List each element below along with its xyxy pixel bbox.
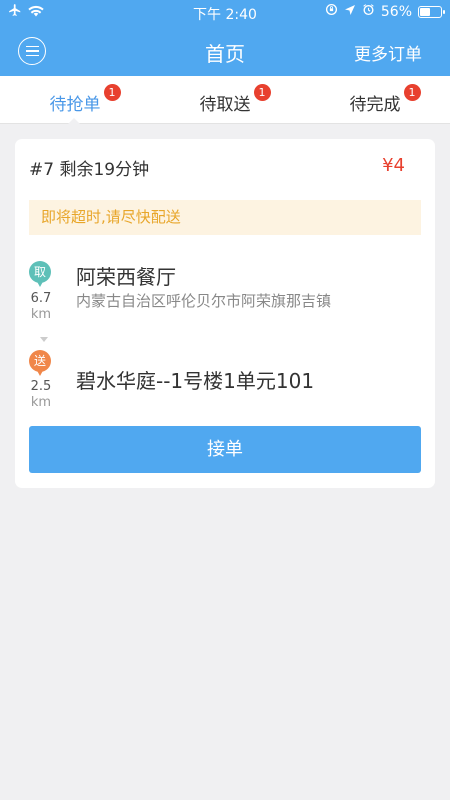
tab-badge: 1 xyxy=(103,84,121,101)
route-connector xyxy=(40,337,48,342)
battery-percent: 56% xyxy=(380,3,412,20)
delivery-distance-unit: km xyxy=(30,395,52,410)
tab-pending-complete[interactable]: 待完成 1 xyxy=(300,76,450,124)
tab-pending-grab[interactable]: 待抢单 1 xyxy=(0,76,150,125)
tab-badge: 1 xyxy=(403,84,421,101)
battery-fill xyxy=(420,7,430,16)
accept-order-button[interactable]: 接单 xyxy=(29,426,421,473)
pickup-distance-unit: km xyxy=(30,307,52,322)
order-tabs: 待抢单 1 待取送 1 待完成 1 xyxy=(0,76,450,125)
alarm-icon xyxy=(362,3,375,20)
status-right: 56% xyxy=(325,3,445,20)
pickup-distance: 6.7 km xyxy=(28,291,54,322)
more-orders-button[interactable]: 更多订单 xyxy=(354,40,422,65)
location-arrow-icon xyxy=(344,4,356,20)
nav-bar: 首页 更多订单 xyxy=(0,26,450,76)
pickup-distance-value: 6.7 xyxy=(30,291,52,306)
delivery-pin-label: 送 xyxy=(29,350,51,372)
status-bar: 下午 2:40 56% xyxy=(0,0,450,26)
active-tab-indicator xyxy=(67,118,81,125)
timeout-warning: 即将超时,请尽快配送 xyxy=(29,200,421,235)
battery-icon xyxy=(418,5,445,18)
delivery-pin-icon: 送 xyxy=(29,350,51,378)
tab-badge: 1 xyxy=(253,84,271,101)
pickup-pin-icon: 取 xyxy=(29,261,51,289)
order-price: ¥4 xyxy=(382,155,405,176)
delivery-distance-value: 2.5 xyxy=(30,379,52,394)
rotation-lock-icon xyxy=(325,3,338,20)
pickup-pin-label: 取 xyxy=(29,261,51,283)
tab-pending-pickup[interactable]: 待取送 1 xyxy=(150,76,300,124)
pickup-name: 阿荣西餐厅 xyxy=(76,265,176,289)
delivery-distance: 2.5 km xyxy=(28,379,54,410)
delivery-name: 碧水华庭--1号楼1单元101 xyxy=(76,369,315,393)
tab-label: 待取送 xyxy=(199,95,251,115)
order-card[interactable]: #7 剩余19分钟 ¥4 即将超时,请尽快配送 取 6.7 km 阿荣西餐厅 内… xyxy=(15,139,435,488)
tab-label: 待完成 xyxy=(349,95,401,115)
tab-label: 待抢单 xyxy=(49,95,101,115)
order-title: #7 剩余19分钟 xyxy=(29,160,150,180)
pickup-address: 内蒙古自治区呼伦贝尔市阿荣旗那吉镇 xyxy=(76,292,332,310)
